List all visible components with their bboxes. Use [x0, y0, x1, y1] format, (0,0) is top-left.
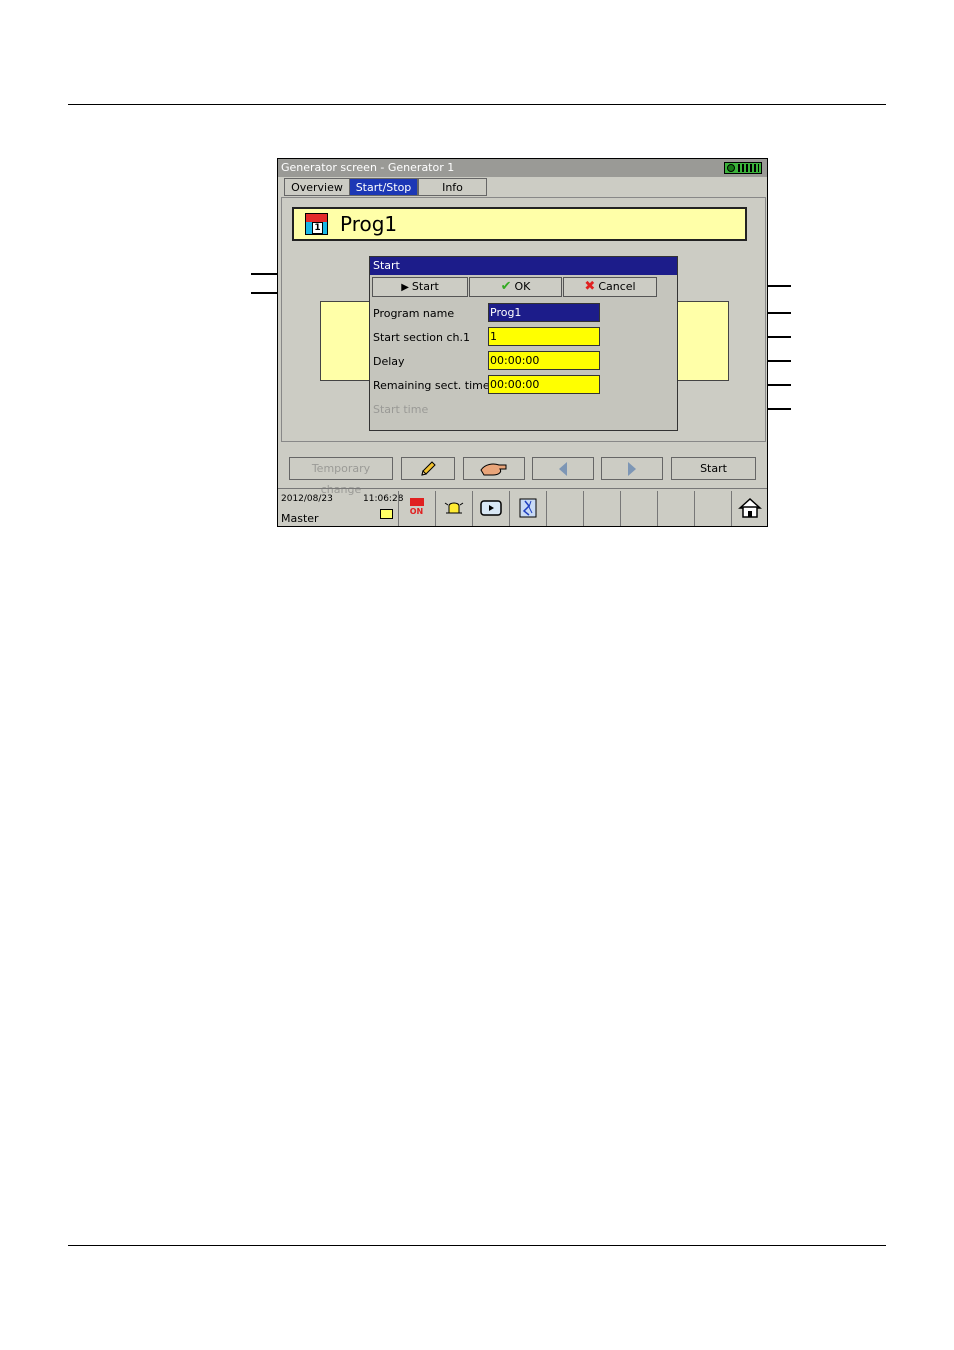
dialog-cancel-label: Cancel [598, 280, 636, 293]
edit-button[interactable] [401, 457, 455, 480]
dialog-start-label: Start [411, 280, 439, 293]
home-icon [737, 497, 762, 518]
footer-rule [68, 1245, 886, 1246]
dialog-start-button[interactable]: ▶ Start [372, 277, 468, 297]
chart-recorder-icon [519, 498, 536, 518]
checkmark-icon: ✔ [500, 279, 512, 294]
next-button[interactable] [601, 457, 663, 480]
status-bar: 2012/08/23 11:06:28 Master ON [278, 488, 767, 526]
record-button[interactable]: ON [398, 491, 434, 526]
delay-label: Delay [373, 355, 405, 368]
device-screen: Generator screen - Generator 1 Overview … [277, 158, 768, 527]
hand-icon [480, 463, 507, 476]
tab-info[interactable]: Info [418, 178, 487, 196]
previous-button[interactable] [532, 457, 594, 480]
status-date: 2012/08/23 [281, 494, 333, 504]
start-button[interactable]: Start [671, 457, 756, 480]
start-dialog: Start ▶ Start ✔ OK ✖ Cancel Program name Pr… [369, 256, 678, 431]
arrow-left-icon [559, 462, 567, 476]
header-rule [68, 104, 886, 105]
program-name-label: Program name [373, 307, 455, 320]
delay-field[interactable]: 00:00:00 [488, 351, 600, 370]
battery-icon [724, 162, 762, 174]
program-title: Prog1 [340, 212, 398, 236]
status-info: 2012/08/23 11:06:28 Master [278, 489, 403, 526]
chart-button[interactable] [509, 491, 545, 526]
home-button[interactable] [731, 491, 767, 526]
play-icon: ▶ [401, 282, 409, 293]
program-name-field[interactable]: Prog1 [488, 303, 600, 322]
function-key-6[interactable] [583, 491, 619, 526]
alarm-bell-icon [444, 502, 463, 514]
window-title: Generator screen - Generator 1 [281, 161, 455, 174]
arrow-right-icon [628, 462, 636, 476]
lock-icon [380, 509, 393, 519]
dialog-ok-label: OK [514, 280, 531, 293]
start-section-label: Start section ch.1 [373, 331, 470, 344]
tab-overview[interactable]: Overview [284, 178, 350, 196]
program-banner: 1 Prog1 [292, 207, 747, 241]
function-key-7[interactable] [620, 491, 656, 526]
tab-start-stop[interactable]: Start/Stop [349, 178, 418, 196]
function-key-8[interactable] [657, 491, 693, 526]
dialog-ok-button[interactable]: ✔ OK [469, 277, 562, 297]
program-icon: 1 [305, 213, 328, 235]
dialog-cancel-button[interactable]: ✖ Cancel [563, 277, 657, 297]
function-key-9[interactable] [694, 491, 730, 526]
temporary-change-button[interactable]: Temporary change [289, 457, 393, 496]
alarm-button[interactable] [435, 491, 471, 526]
dialog-title: Start [370, 257, 677, 275]
function-key-5[interactable] [546, 491, 582, 526]
monitor-icon [479, 500, 502, 516]
record-status: ON [409, 507, 424, 516]
remaining-time-label: Remaining sect. time [373, 379, 490, 392]
cross-icon: ✖ [584, 279, 596, 294]
remaining-time-field[interactable]: 00:00:00 [488, 375, 600, 394]
status-user: Master [281, 512, 319, 525]
title-bar: Generator screen - Generator 1 [278, 159, 767, 177]
display-button[interactable] [472, 491, 508, 526]
pencil-icon [421, 461, 436, 476]
start-section-field[interactable]: 1 [488, 327, 600, 346]
record-icon [409, 498, 424, 506]
program-icon-number: 1 [312, 222, 323, 234]
start-time-label: Start time [373, 403, 429, 416]
manual-button[interactable] [463, 457, 525, 480]
